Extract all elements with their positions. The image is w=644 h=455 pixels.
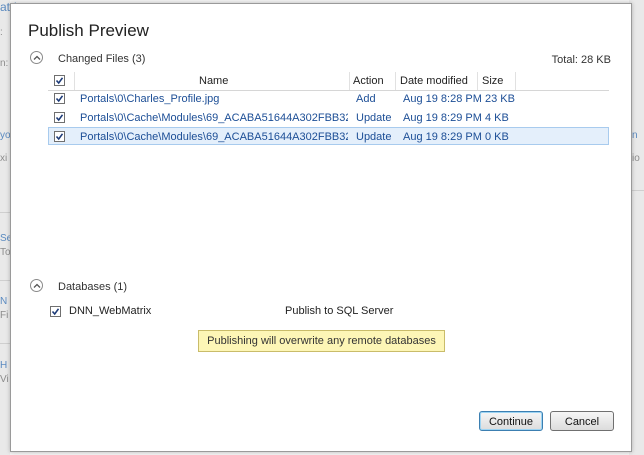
background-divider: [0, 212, 10, 213]
background-link: yo: [0, 130, 11, 141]
cancel-button[interactable]: Cancel: [550, 411, 614, 431]
checkmark-icon: [55, 77, 64, 85]
chevron-up-icon: [33, 55, 41, 60]
background-link: N: [0, 296, 8, 307]
collapse-changed-files-button[interactable]: [30, 51, 43, 64]
file-date: Aug 19 8:29 PM: [403, 112, 482, 124]
column-header-action[interactable]: Action: [353, 75, 384, 87]
checkmark-icon: [51, 308, 60, 316]
total-size: Total: 28 KB: [551, 54, 611, 66]
file-action: Update: [356, 112, 392, 124]
file-size: 0 KB: [485, 131, 509, 143]
dialog-title: Publish Preview: [28, 21, 149, 40]
column-header-size[interactable]: Size: [482, 75, 503, 87]
overwrite-warning-banner: Publishing will overwrite any remote dat…: [198, 330, 445, 352]
files-grid-header: Name Action Date modified Size: [48, 72, 609, 91]
file-name: Portals\0\Cache\Modules\69_ACABA51644A30…: [80, 131, 348, 143]
background-divider: [630, 190, 644, 191]
background-link: H: [0, 360, 8, 371]
background-link: n: [632, 130, 638, 141]
collapse-databases-button[interactable]: [30, 279, 43, 292]
file-name: Portals\0\Cache\Modules\69_ACABA51644A30…: [80, 112, 348, 124]
background-text: n:: [0, 58, 9, 69]
background-text: io: [632, 153, 640, 164]
continue-button[interactable]: Continue: [479, 411, 543, 431]
background-text: To: [0, 247, 11, 258]
file-date: Aug 19 8:29 PM: [403, 131, 482, 143]
changed-files-label: Changed Files (3): [58, 53, 146, 65]
databases-label: Databases (1): [58, 281, 128, 293]
file-row-checkbox[interactable]: [54, 93, 65, 104]
select-all-checkbox[interactable]: [54, 75, 65, 86]
column-header-date-modified[interactable]: Date modified: [400, 75, 468, 87]
checkmark-icon: [55, 95, 64, 103]
file-row-checkbox[interactable]: [54, 131, 65, 142]
file-row-selected[interactable]: Portals\0\Cache\Modules\69_ACABA51644A30…: [48, 127, 609, 145]
checkmark-icon: [55, 133, 64, 141]
database-name: DNN_WebMatrix: [69, 305, 152, 317]
chevron-up-icon: [33, 283, 41, 288]
file-action: Add: [356, 93, 376, 105]
background-text: Vi: [0, 374, 9, 385]
file-size: 4 KB: [485, 112, 509, 124]
background-divider: [0, 280, 10, 281]
file-row[interactable]: Portals\0\Charles_Profile.jpg Add Aug 19…: [48, 90, 609, 108]
database-publish-target: Publish to SQL Server: [285, 305, 394, 317]
background-divider: [0, 343, 10, 344]
background-text: :: [0, 27, 3, 38]
checkmark-icon: [55, 114, 64, 122]
background-text: xi: [0, 153, 8, 164]
file-action: Update: [356, 131, 392, 143]
background-text: Fi: [0, 310, 9, 321]
column-header-name[interactable]: Name: [199, 75, 228, 87]
file-date: Aug 19 8:28 PM: [403, 93, 482, 105]
database-checkbox[interactable]: [50, 306, 61, 317]
file-row[interactable]: Portals\0\Cache\Modules\69_ACABA51644A30…: [48, 109, 609, 127]
file-row-checkbox[interactable]: [54, 112, 65, 123]
publish-preview-dialog: Publish Preview Changed Files (3) Total:…: [10, 3, 632, 452]
file-size: 23 KB: [485, 93, 515, 105]
file-name: Portals\0\Charles_Profile.jpg: [80, 93, 220, 105]
